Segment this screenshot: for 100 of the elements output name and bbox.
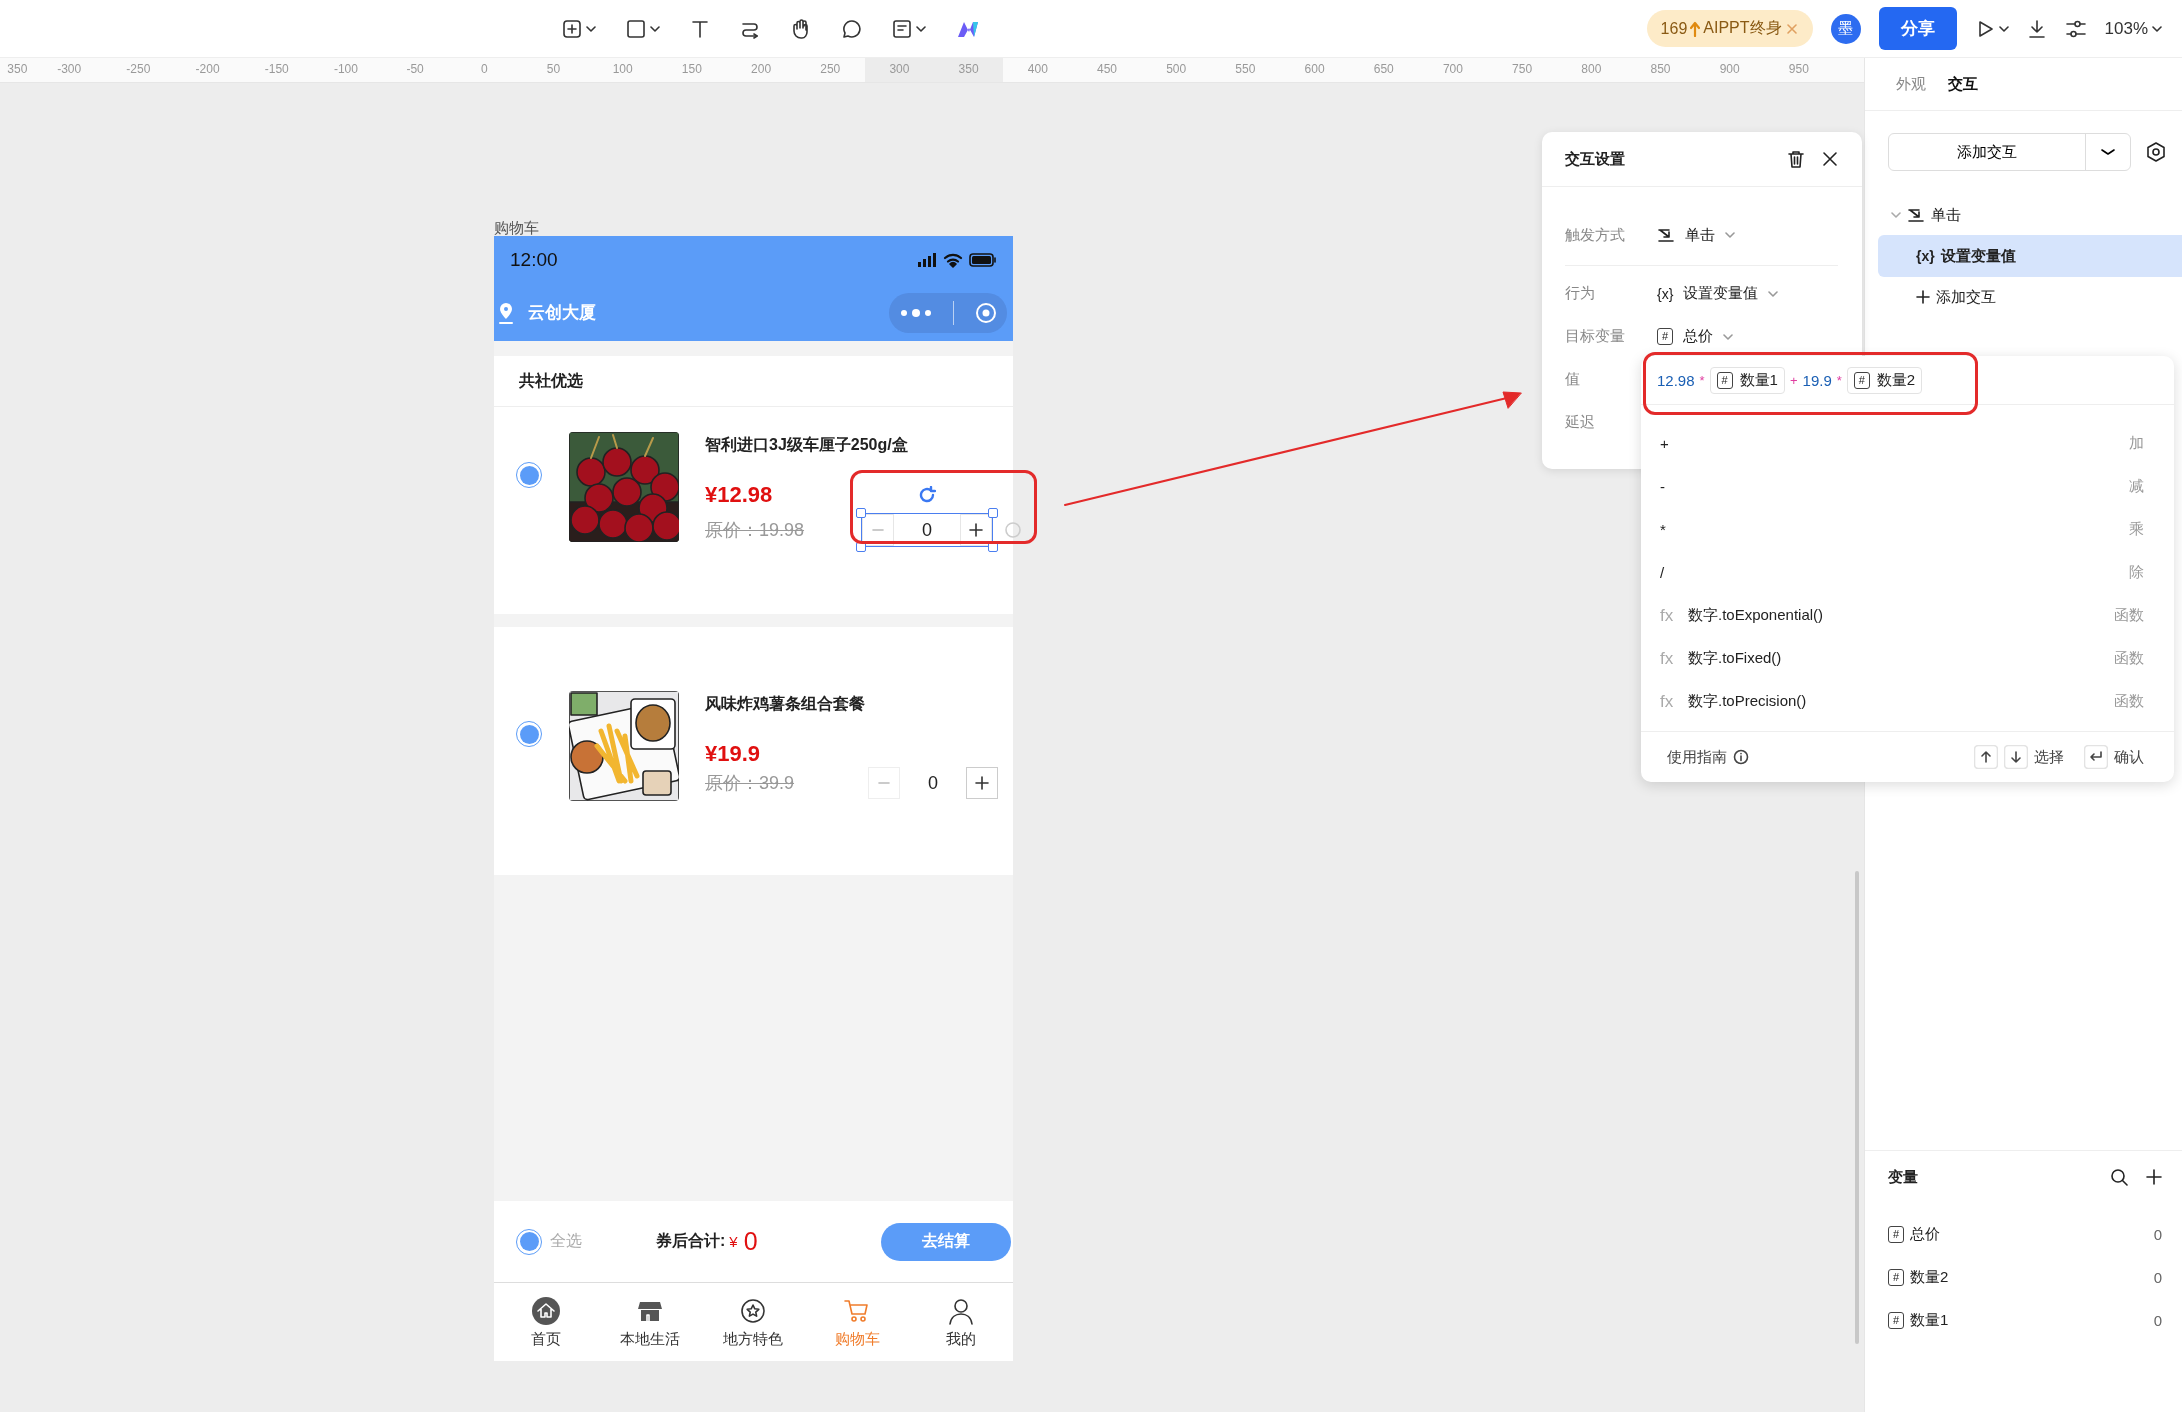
delete-icon[interactable] bbox=[1788, 150, 1804, 168]
plus-icon[interactable] bbox=[969, 523, 983, 537]
target-icon[interactable] bbox=[974, 301, 997, 324]
add-interaction-link[interactable]: 添加交互 bbox=[1878, 277, 2182, 317]
resize-handle[interactable] bbox=[988, 508, 998, 518]
caret-icon[interactable] bbox=[916, 25, 926, 32]
variable-item[interactable]: # 数量1 0 bbox=[1888, 1299, 2162, 1342]
plus-icon[interactable] bbox=[975, 776, 989, 790]
tab-label: 我的 bbox=[946, 1329, 977, 1349]
click-trigger-icon bbox=[1907, 207, 1925, 223]
field-select[interactable]: 单击 bbox=[1657, 225, 1735, 245]
ruler-label: 300 bbox=[864, 58, 935, 82]
settings-icon[interactable] bbox=[2064, 18, 2087, 39]
guide-link[interactable]: 使用指南 bbox=[1667, 747, 1727, 767]
ruler-label: 800 bbox=[1580, 61, 1603, 78]
tab-bar-item[interactable]: 我的 bbox=[909, 1283, 1013, 1361]
ruler-label: 850 bbox=[1649, 61, 1672, 78]
ruler-label: -100 bbox=[332, 61, 359, 78]
wifi-icon bbox=[943, 252, 963, 268]
close-icon[interactable] bbox=[1822, 151, 1838, 167]
resize-handle[interactable] bbox=[856, 508, 866, 518]
zoom-level[interactable]: 103% bbox=[2104, 18, 2148, 39]
share-button[interactable]: 分享 bbox=[1878, 7, 1957, 50]
battery-icon bbox=[969, 253, 997, 267]
ruler-label: 750 bbox=[1511, 61, 1534, 78]
variable-item[interactable]: # 总价 0 bbox=[1888, 1213, 2162, 1256]
tab-bar-item[interactable]: 地方特色 bbox=[701, 1283, 806, 1361]
avatar[interactable]: 墨 bbox=[1830, 13, 1861, 44]
download-icon[interactable] bbox=[2026, 18, 2047, 39]
suggestion-item[interactable]: + 加 bbox=[1641, 422, 2174, 465]
promo-badge[interactable]: 169 AIPPT终身 bbox=[1646, 10, 1813, 47]
tree-item[interactable]: {x} 设置变量值 bbox=[1878, 235, 2182, 277]
tab-bar-item[interactable]: 本地生活 bbox=[597, 1283, 702, 1361]
status-time: 12:00 bbox=[510, 249, 558, 271]
field-label: 触发方式 bbox=[1565, 225, 1626, 245]
rectangle-icon[interactable] bbox=[626, 18, 646, 39]
frame-label: 购物车 bbox=[494, 219, 539, 238]
variable-chip[interactable]: # 数量1 bbox=[1709, 366, 1785, 394]
currency-sign: ¥ bbox=[729, 1233, 738, 1250]
suggestion-item[interactable]: fx 数字.toExponential() 函数 bbox=[1641, 594, 2174, 637]
ruler-label: 500 bbox=[1165, 61, 1188, 78]
more-icon[interactable] bbox=[899, 307, 934, 318]
field-label: 行为 bbox=[1565, 284, 1596, 303]
suggestion-item[interactable]: / 除 bbox=[1641, 551, 2174, 594]
suggestion-item[interactable]: fx 数字.toFixed() 函数 bbox=[1641, 637, 2174, 680]
add-frame-icon[interactable] bbox=[562, 18, 582, 39]
panel-tab[interactable]: 交互 bbox=[1948, 74, 1978, 94]
suggestion-item[interactable]: fx 数字.toPrecision() 函数 bbox=[1641, 680, 2174, 723]
field-select[interactable]: {x} 设置变量值 bbox=[1657, 284, 1779, 303]
settings-icon[interactable] bbox=[2145, 141, 2167, 163]
quantity-stepper[interactable]: 0 bbox=[868, 767, 998, 799]
ruler-label: 550 bbox=[1234, 61, 1257, 78]
caret-icon bbox=[1725, 232, 1735, 238]
ruler-label: -50 bbox=[405, 61, 425, 78]
ruler-label: 950 bbox=[1787, 61, 1810, 78]
ruler-label: 450 bbox=[1096, 61, 1118, 78]
tab-bar-item[interactable]: 首页 bbox=[494, 1283, 598, 1361]
connection-handle[interactable] bbox=[1004, 521, 1022, 539]
caret-icon[interactable] bbox=[2152, 25, 2162, 32]
expression-field[interactable]: 12.98 * # 数量1 + 19.9 * # 数量2 bbox=[1641, 356, 2174, 405]
ruler-label: -250 bbox=[125, 61, 152, 78]
resize-handle[interactable] bbox=[856, 542, 866, 552]
variable-chip[interactable]: # 数量2 bbox=[1846, 366, 1923, 394]
ruler-label: -300 bbox=[56, 61, 83, 78]
comment-icon[interactable] bbox=[842, 18, 862, 39]
quantity-stepper[interactable]: 0 bbox=[861, 513, 993, 547]
note-icon[interactable] bbox=[892, 18, 912, 39]
scrollbar[interactable] bbox=[1855, 871, 1859, 1344]
plus-icon[interactable] bbox=[2146, 1169, 2162, 1185]
panel-tab[interactable]: 外观 bbox=[1896, 74, 1926, 94]
down-key-icon bbox=[2004, 745, 2028, 769]
caret-icon[interactable] bbox=[2101, 149, 2115, 155]
enter-key-icon bbox=[2084, 745, 2108, 769]
radio-button[interactable] bbox=[516, 721, 542, 747]
suggestion-item[interactable]: - 减 bbox=[1641, 465, 2174, 508]
info-icon[interactable] bbox=[1733, 749, 1749, 765]
text-tool-icon[interactable] bbox=[690, 18, 710, 39]
radio-button[interactable] bbox=[516, 1228, 542, 1255]
field-label: 值 bbox=[1565, 370, 1581, 389]
resize-handle[interactable] bbox=[988, 542, 998, 552]
promo-count: 169 bbox=[1660, 19, 1688, 38]
field-select[interactable]: # 总价 bbox=[1657, 327, 1733, 346]
tree-item[interactable]: 单击 bbox=[1865, 195, 2182, 235]
up-arrow-icon bbox=[1690, 20, 1701, 37]
ruler-label: -150 bbox=[263, 61, 290, 78]
quantity-value: 0 bbox=[921, 519, 933, 541]
caret-icon[interactable] bbox=[650, 25, 660, 32]
caret-icon bbox=[1768, 290, 1779, 297]
suggestion-item[interactable]: * 乘 bbox=[1641, 508, 2174, 551]
caret-icon[interactable] bbox=[1998, 25, 2009, 32]
product-price: ¥19.9 bbox=[705, 741, 761, 767]
variable-item[interactable]: # 数量2 0 bbox=[1888, 1256, 2162, 1299]
radio-button[interactable] bbox=[516, 462, 542, 488]
caret-icon[interactable] bbox=[586, 25, 596, 32]
add-interaction-button[interactable]: 添加交互 bbox=[1888, 133, 2131, 171]
ruler-label: 350 bbox=[934, 58, 1004, 82]
rotate-icon[interactable] bbox=[918, 486, 936, 504]
search-icon[interactable] bbox=[2110, 1168, 2128, 1186]
ruler-label: 0 bbox=[479, 61, 489, 78]
logo-icon[interactable] bbox=[956, 19, 980, 38]
